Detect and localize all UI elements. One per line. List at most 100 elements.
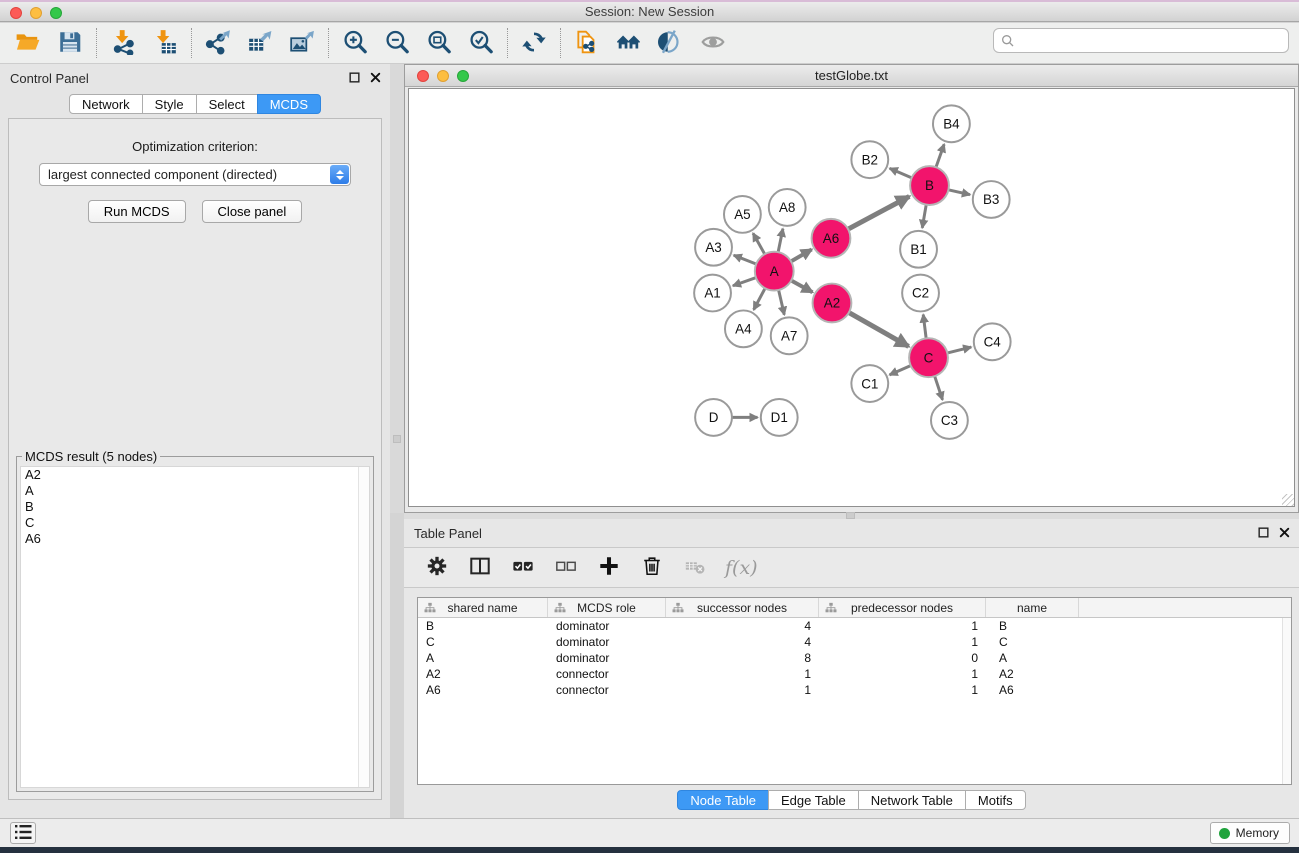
resize-corner-handle[interactable]: [1282, 494, 1294, 506]
mcds-result-item[interactable]: A2: [21, 467, 369, 483]
zoom-out-button[interactable]: [383, 29, 411, 57]
svg-text:A6: A6: [823, 231, 839, 246]
tab-network-table[interactable]: Network Table: [858, 790, 966, 810]
refresh-button[interactable]: [520, 29, 548, 57]
close-panel-icon[interactable]: [1278, 526, 1291, 539]
zoom-traffic-light-icon[interactable]: [50, 7, 62, 19]
table-row[interactable]: A6connector11A6: [418, 682, 1291, 698]
tab-node-table[interactable]: Node Table: [677, 790, 769, 810]
graph-node-C3[interactable]: C3: [931, 402, 968, 439]
details-button[interactable]: [657, 29, 685, 57]
import-network-button[interactable]: [109, 29, 137, 57]
close-panel-icon[interactable]: [369, 71, 382, 84]
graph-node-D[interactable]: D: [695, 399, 732, 436]
search-input[interactable]: [1016, 31, 1288, 51]
tab-style[interactable]: Style: [142, 94, 197, 114]
open-folder-button[interactable]: [14, 29, 42, 57]
graph-node-B3[interactable]: B3: [973, 181, 1010, 218]
column-header-shared-name[interactable]: shared name: [418, 598, 548, 617]
table-row[interactable]: Bdominator41B: [418, 618, 1291, 634]
svg-text:B2: B2: [862, 152, 878, 167]
graph-node-A6[interactable]: A6: [812, 219, 851, 258]
tab-select[interactable]: Select: [196, 94, 258, 114]
mcds-result-item[interactable]: C: [21, 515, 369, 531]
column-header-successor-nodes[interactable]: successor nodes: [666, 598, 819, 617]
column-header-predecessor-nodes[interactable]: predecessor nodes: [819, 598, 986, 617]
split-view-button[interactable]: [467, 555, 493, 581]
table-cell: 4: [666, 634, 819, 650]
run-mcds-button[interactable]: Run MCDS: [88, 200, 186, 223]
zoom-selected-button[interactable]: [467, 29, 495, 57]
mcds-result-item[interactable]: B: [21, 499, 369, 515]
minimize-traffic-light-icon[interactable]: [437, 70, 449, 82]
control-panel-tabs: NetworkStyleSelectMCDS: [0, 94, 390, 114]
export-image-button[interactable]: [288, 29, 316, 57]
graph-node-C[interactable]: C: [909, 338, 948, 377]
tab-mcds[interactable]: MCDS: [257, 94, 321, 114]
table-row[interactable]: Cdominator41C: [418, 634, 1291, 650]
export-network-button[interactable]: [204, 29, 232, 57]
close-panel-button[interactable]: Close panel: [202, 200, 303, 223]
mcds-result-list[interactable]: A2ABCA6: [20, 466, 370, 788]
float-panel-icon[interactable]: [1257, 526, 1270, 539]
vertical-split-divider[interactable]: [390, 64, 404, 513]
graph-node-D1[interactable]: D1: [761, 399, 798, 436]
column-header-label: predecessor nodes: [851, 601, 953, 615]
float-panel-icon[interactable]: [348, 71, 361, 84]
zoom-selected-icon: [468, 29, 494, 58]
graph-node-B1[interactable]: B1: [900, 231, 937, 268]
graph-node-A8[interactable]: A8: [769, 189, 806, 226]
home-button[interactable]: [615, 29, 643, 57]
divider-grip[interactable]: [846, 512, 855, 519]
graph-node-A2[interactable]: A2: [813, 284, 852, 323]
column-header-name[interactable]: name: [986, 598, 1079, 617]
search-field[interactable]: [993, 28, 1289, 53]
graph-node-B2[interactable]: B2: [851, 141, 888, 178]
graph-node-C4[interactable]: C4: [974, 323, 1011, 360]
table-row[interactable]: A2connector11A2: [418, 666, 1291, 682]
close-traffic-light-icon[interactable]: [417, 70, 429, 82]
graph-node-C1[interactable]: C1: [851, 365, 888, 402]
tab-motifs[interactable]: Motifs: [965, 790, 1026, 810]
mcds-result-item[interactable]: A6: [21, 531, 369, 547]
graph-node-A1[interactable]: A1: [694, 275, 731, 312]
network-canvas[interactable]: B4 B2 B B3 A8A5 A6 A3 B1 A A1 C2 A2 A4A7 C4 C C1 C3 D D1: [408, 88, 1295, 507]
graph-node-B4[interactable]: B4: [933, 105, 970, 142]
import-table-button[interactable]: [151, 29, 179, 57]
divider-grip[interactable]: [393, 435, 401, 443]
graph-node-C2[interactable]: C2: [902, 275, 939, 312]
zoom-in-button[interactable]: [341, 29, 369, 57]
mcds-list-scrollbar[interactable]: [358, 467, 369, 787]
select-all-button[interactable]: [510, 555, 536, 581]
criterion-dropdown[interactable]: largest connected component (directed): [39, 163, 351, 186]
save-button[interactable]: [56, 29, 84, 57]
column-header-MCDS-role[interactable]: MCDS role: [548, 598, 666, 617]
graph-node-A4[interactable]: A4: [725, 310, 762, 347]
graph-node-B[interactable]: B: [910, 166, 949, 205]
graph-node-A5[interactable]: A5: [724, 196, 761, 233]
add-button[interactable]: [596, 555, 622, 581]
graph-node-A[interactable]: A: [755, 252, 794, 291]
tab-network[interactable]: Network: [69, 94, 143, 114]
zoom-traffic-light-icon[interactable]: [457, 70, 469, 82]
table-scrollbar[interactable]: [1282, 618, 1291, 784]
task-history-button[interactable]: [10, 822, 36, 844]
mcds-result-item[interactable]: A: [21, 483, 369, 499]
network-window-titlebar[interactable]: testGlobe.txt: [405, 65, 1298, 87]
minimize-traffic-light-icon[interactable]: [30, 7, 42, 19]
clone-network-button[interactable]: [573, 29, 601, 57]
close-traffic-light-icon[interactable]: [10, 7, 22, 19]
memory-button[interactable]: Memory: [1210, 822, 1290, 844]
tab-edge-table[interactable]: Edge Table: [768, 790, 859, 810]
settings-button[interactable]: [424, 555, 450, 581]
graph-node-A3[interactable]: A3: [695, 229, 732, 266]
deselect-all-button[interactable]: [553, 555, 579, 581]
zoom-fit-button[interactable]: [425, 29, 453, 57]
table-row[interactable]: Adominator80A: [418, 650, 1291, 666]
graph-node-A7[interactable]: A7: [771, 317, 808, 354]
export-table-button[interactable]: [246, 29, 274, 57]
deselect-all-icon: [555, 555, 577, 580]
eye-button[interactable]: [699, 29, 727, 57]
delete-button[interactable]: [639, 555, 665, 581]
table-cell: 0: [819, 650, 986, 666]
